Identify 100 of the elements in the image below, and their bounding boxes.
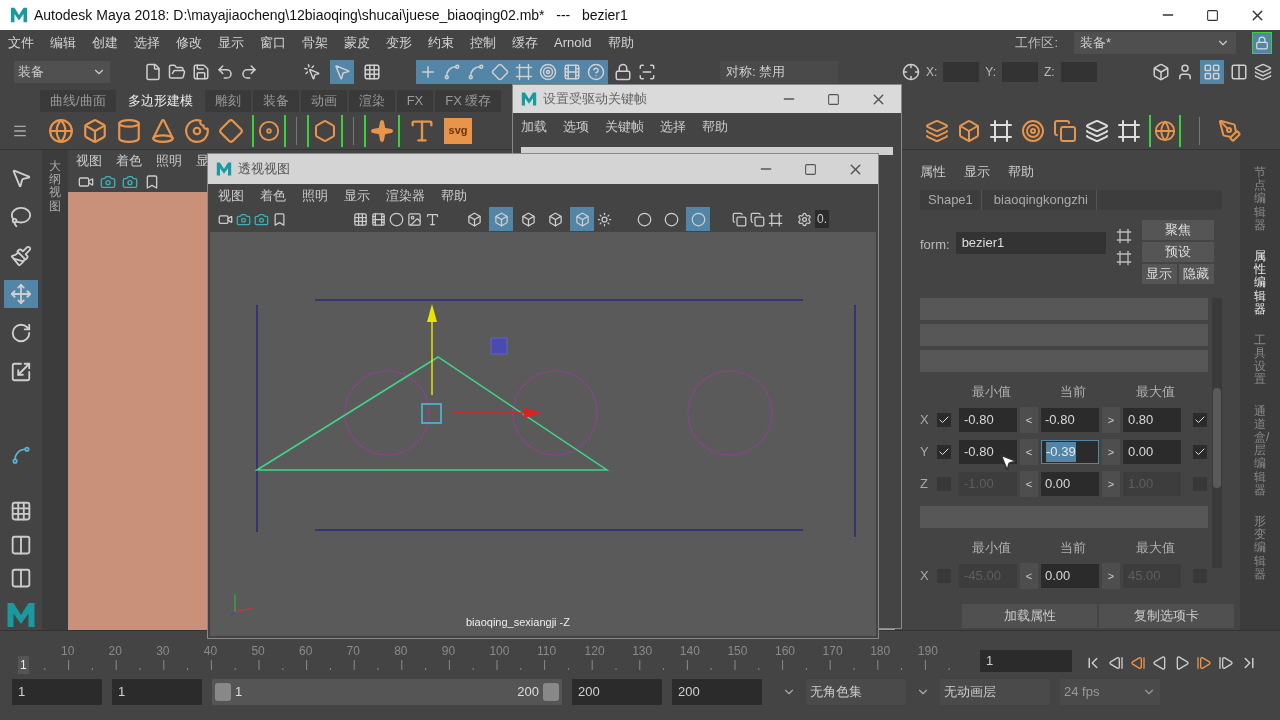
end-frame-field[interactable]: 200 xyxy=(672,679,762,705)
cube-toggle[interactable] xyxy=(570,207,594,231)
menu-item[interactable]: 帮助 xyxy=(607,32,634,53)
sparkle-button[interactable] xyxy=(364,114,400,147)
camera-icon[interactable] xyxy=(78,174,94,190)
save-icon[interactable] xyxy=(192,62,210,81)
frame-field[interactable]: 1 xyxy=(980,650,1072,672)
shelf-tab[interactable]: FX 缓存 xyxy=(435,90,502,112)
menu-item[interactable]: 视图 xyxy=(76,151,102,171)
menu-set-dropdown[interactable]: 装备 xyxy=(14,60,110,83)
panel-toggle[interactable] xyxy=(1200,59,1224,84)
box-icon[interactable] xyxy=(82,117,108,144)
copy-icon[interactable] xyxy=(1053,118,1077,143)
node-tab[interactable]: Shape1 xyxy=(920,190,982,210)
lock-button[interactable] xyxy=(1252,31,1272,54)
menu-item[interactable]: 着色 xyxy=(116,151,142,171)
number-field[interactable]: 0.80 xyxy=(1123,408,1181,432)
target-icon[interactable] xyxy=(1021,118,1045,143)
new-file-icon[interactable] xyxy=(144,62,162,81)
end-frame-field[interactable]: 200 xyxy=(572,679,662,705)
side-tab[interactable]: 工具设置 xyxy=(1254,333,1266,387)
menu-item[interactable]: 选择 xyxy=(134,32,160,53)
menu-item[interactable]: 属性 xyxy=(920,162,946,182)
image-icon[interactable] xyxy=(407,211,422,227)
plus-toggle[interactable] xyxy=(416,59,440,84)
layers-icon[interactable] xyxy=(925,118,949,143)
number-field[interactable]: -0.39 xyxy=(1041,440,1099,464)
menu-item[interactable]: 文件 xyxy=(8,32,34,53)
donut-icon[interactable] xyxy=(184,117,210,144)
symmetry-dropdown[interactable]: 对称: 禁用 xyxy=(720,60,838,83)
grid-icon[interactable] xyxy=(353,211,368,227)
hexagon-button[interactable] xyxy=(307,114,343,147)
step-down-button[interactable]: < xyxy=(1020,563,1038,589)
step-down-button[interactable]: < xyxy=(1020,407,1038,433)
play-backward-icon[interactable] xyxy=(1152,655,1168,671)
box-icon[interactable] xyxy=(1152,62,1170,81)
checkbox[interactable] xyxy=(1193,413,1207,427)
step-down-button[interactable]: < xyxy=(1020,439,1038,465)
cylinder-icon[interactable] xyxy=(116,117,142,144)
start-frame-field[interactable]: 1 xyxy=(112,679,202,705)
menu-item[interactable]: 照明 xyxy=(302,186,328,206)
grid-sphere-button[interactable] xyxy=(1149,114,1181,147)
person-icon[interactable] xyxy=(1176,62,1194,81)
step-down-button[interactable]: < xyxy=(1020,471,1038,497)
disc-button[interactable] xyxy=(252,114,286,147)
footer-button[interactable]: 复制选项卡 xyxy=(1099,604,1234,628)
side-tab[interactable]: 属性编辑器 xyxy=(1254,249,1266,316)
curve-tool-icon[interactable] xyxy=(10,444,32,466)
camera-icon[interactable] xyxy=(122,174,138,190)
side-tab[interactable]: 形变编辑器 xyxy=(1254,514,1266,581)
number-field[interactable]: 0.00 xyxy=(1123,440,1181,464)
diamond-icon[interactable] xyxy=(218,117,244,144)
checkbox[interactable] xyxy=(937,445,951,459)
frame-icon[interactable] xyxy=(989,118,1013,143)
redo-icon[interactable] xyxy=(240,62,258,81)
menu-item[interactable]: 渲染器 xyxy=(386,186,425,206)
selection-icon[interactable] xyxy=(638,62,656,81)
menu-item[interactable]: 显示 xyxy=(344,186,370,206)
number-field[interactable]: -0.80 xyxy=(959,408,1017,432)
bookmark-icon[interactable] xyxy=(272,211,287,227)
menu-item[interactable]: 视图 xyxy=(218,186,244,206)
step-up-button[interactable]: > xyxy=(1102,471,1120,497)
step-up-button[interactable]: > xyxy=(1102,407,1120,433)
tool-button[interactable] xyxy=(4,280,38,309)
layout-icon[interactable] xyxy=(9,533,33,556)
step-back-icon[interactable] xyxy=(1108,655,1124,671)
layers-icon[interactable] xyxy=(1254,62,1272,81)
pointer-toggle[interactable] xyxy=(330,59,354,84)
frame-icon[interactable] xyxy=(768,211,783,227)
menu-item[interactable]: 显 xyxy=(196,151,209,171)
shelf-tab[interactable]: FX xyxy=(396,90,434,112)
menu-item[interactable]: 帮助 xyxy=(1008,162,1034,182)
menu-item[interactable]: 着色 xyxy=(260,186,286,206)
box-icon[interactable] xyxy=(957,118,981,143)
cube-toggle[interactable] xyxy=(489,207,513,231)
menu-item[interactable]: 显示 xyxy=(218,32,244,53)
shelf-tab[interactable]: 曲线/曲面 xyxy=(40,90,116,112)
next-key-icon[interactable] xyxy=(1196,655,1212,671)
film-icon[interactable] xyxy=(371,211,386,227)
show-button[interactable]: 显示 xyxy=(1141,264,1177,284)
shelf-tab[interactable]: 渲染 xyxy=(348,90,395,112)
current-frame-marker[interactable]: 1 xyxy=(18,656,29,674)
menu-item[interactable]: 变形 xyxy=(386,32,412,53)
number-field[interactable]: 0.00 xyxy=(1041,564,1099,588)
workspace-dropdown[interactable]: 装备* xyxy=(1074,31,1236,54)
menu-item[interactable]: 编辑 xyxy=(50,32,76,53)
globe-icon[interactable] xyxy=(48,117,74,144)
menu-item[interactable]: Arnold xyxy=(554,32,592,53)
cone-icon[interactable] xyxy=(150,117,176,144)
lock-icon[interactable] xyxy=(614,62,632,81)
shelf-tab[interactable]: 动画 xyxy=(300,90,347,112)
circle-icon[interactable] xyxy=(389,211,404,227)
side-tab[interactable]: 节点编辑器 xyxy=(1254,166,1266,232)
menu-item[interactable]: 照明 xyxy=(156,151,182,171)
node-tab[interactable]: biaoqingkongzhi xyxy=(985,190,1097,210)
menu-item[interactable]: 选择 xyxy=(660,117,686,137)
menu-item[interactable]: 蒙皮 xyxy=(344,32,370,53)
menu-item[interactable]: 缓存 xyxy=(512,32,538,53)
type-icon[interactable] xyxy=(425,211,440,227)
layers-icon[interactable] xyxy=(1085,118,1109,143)
